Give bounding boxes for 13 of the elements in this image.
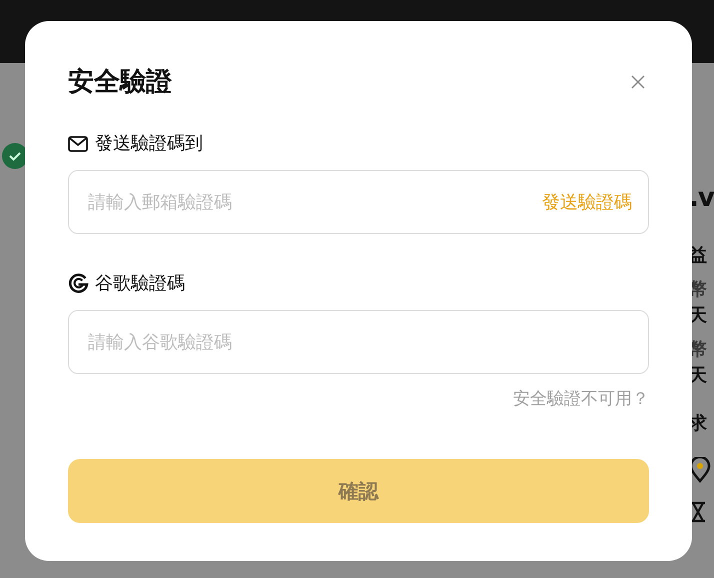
unavailable-link[interactable]: 安全驗證不可用？ <box>513 387 649 412</box>
dialog-title: 安全驗證 <box>68 66 172 99</box>
send-code-button[interactable]: 發送驗證碼 <box>542 188 632 216</box>
close-icon[interactable] <box>631 75 645 89</box>
field-label: 發送驗證碼到 <box>95 132 203 156</box>
field-label: 谷歌驗證碼 <box>95 272 185 296</box>
background-text: .v <box>689 185 714 211</box>
google-code-field[interactable]: 請輸入谷歌驗證碼 <box>68 310 649 374</box>
mail-icon <box>68 136 88 152</box>
email-code-field[interactable]: 請輸入郵箱驗證碼 發送驗證碼 <box>68 170 649 234</box>
google-icon <box>68 273 89 294</box>
hourglass-icon <box>689 501 707 523</box>
location-pin-icon <box>689 457 711 483</box>
